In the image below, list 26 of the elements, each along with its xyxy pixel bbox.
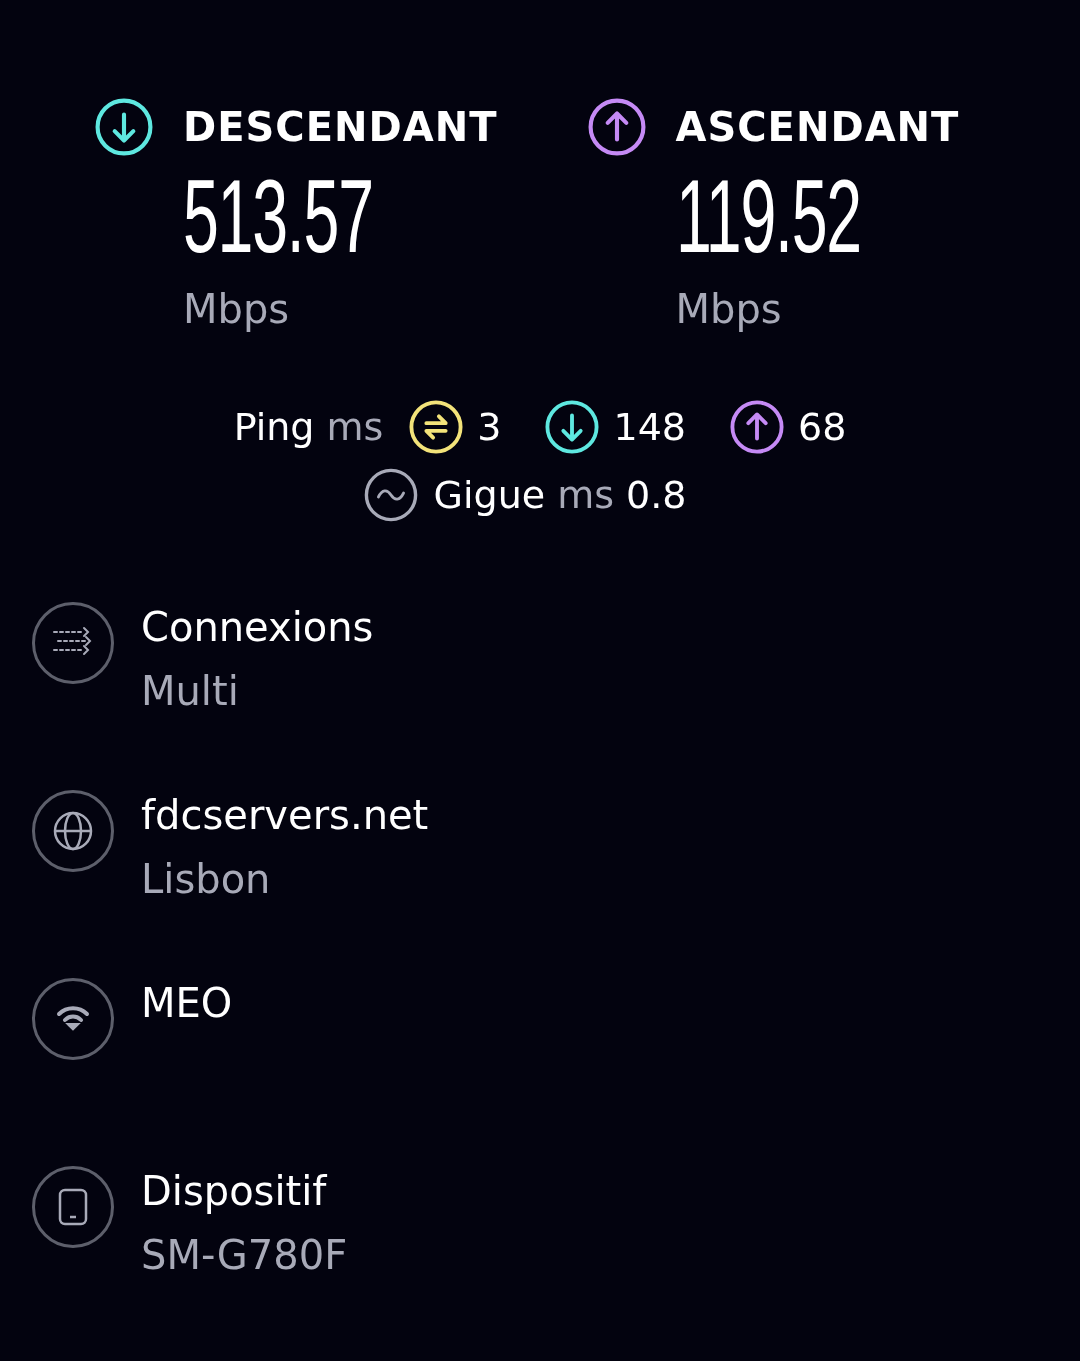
detail-title: Dispositif [141, 1168, 328, 1214]
jitter-label: Gigue [433, 473, 546, 517]
ping-value: 148 [613, 405, 686, 449]
speed-label: ASCENDANT [675, 104, 960, 150]
speed-unit: Mbps [183, 286, 290, 332]
speed-value: 119.52 [675, 164, 861, 268]
arrows-icon [32, 602, 114, 684]
ping-value: 3 [477, 405, 502, 449]
phone-icon [32, 1166, 114, 1248]
detail-subtitle: Multi [141, 668, 240, 714]
speed-unit: Mbps [675, 286, 782, 332]
detail-title: Connexions [141, 604, 374, 650]
wave-icon [363, 468, 418, 522]
jitter-value: 0.8 [626, 473, 687, 517]
detail-title: fdcservers.net [141, 792, 429, 838]
ping-value: 68 [798, 405, 847, 449]
detail-subtitle: SM-G780F [141, 1232, 348, 1278]
detail-subtitle: Lisbon [141, 856, 272, 902]
wifi-icon [32, 978, 114, 1060]
ping-unit: ms [326, 405, 384, 449]
jitter-unit: ms [557, 473, 614, 517]
globe-icon [32, 790, 114, 872]
speed-value: 513.57 [183, 164, 373, 268]
ping-label: Ping [233, 405, 315, 449]
detail-title: MEO [141, 980, 233, 1026]
speed-label: DESCENDANT [183, 104, 498, 150]
